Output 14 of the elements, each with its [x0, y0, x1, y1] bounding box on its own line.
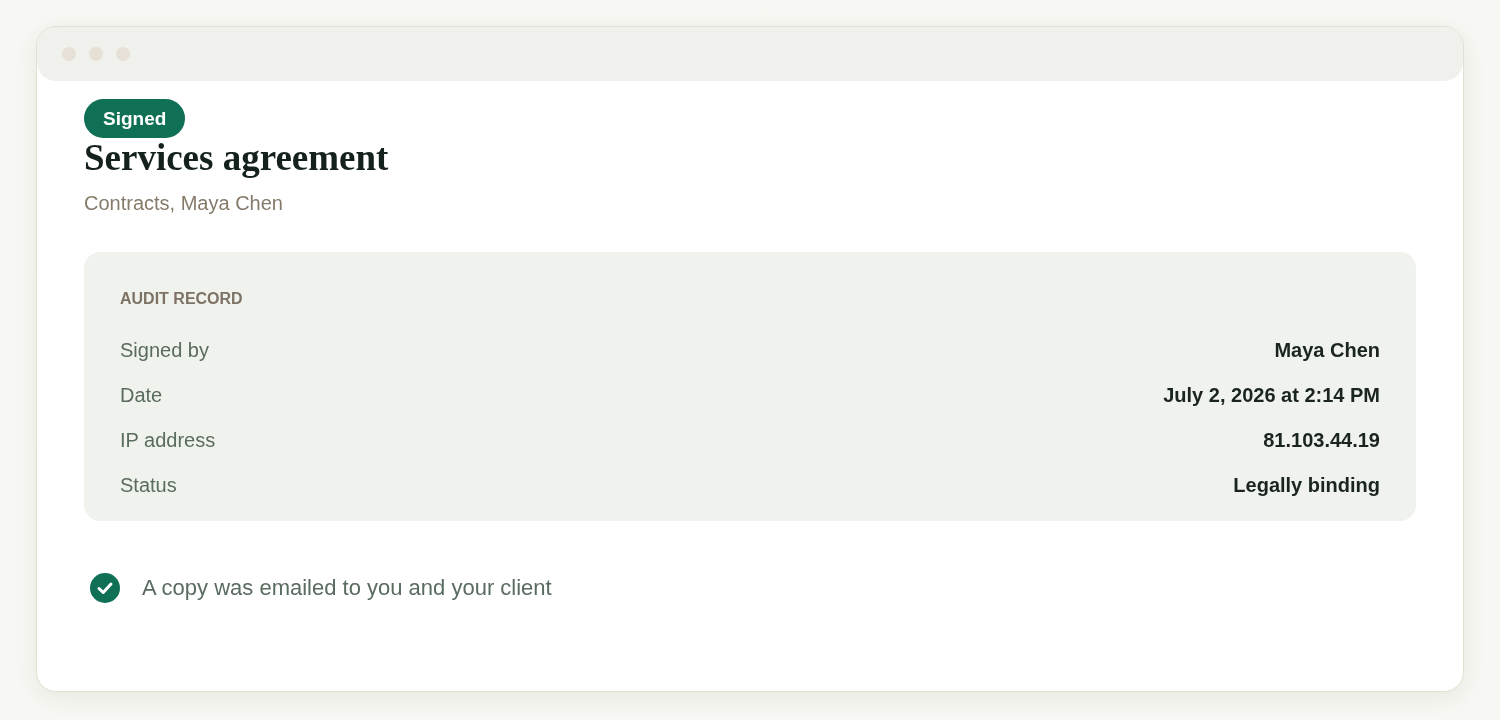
status-badge: Signed — [84, 99, 186, 138]
audit-heading: AUDIT RECORD — [120, 289, 244, 309]
audit-value: Maya Chen — [1274, 338, 1380, 363]
check-circle-icon — [90, 573, 120, 603]
notice-text: A copy was emailed to you and your client — [142, 574, 552, 602]
audit-value: 81.103.44.19 — [1263, 428, 1380, 453]
document-subtitle: Contracts, Maya Chen — [84, 191, 283, 216]
audit-value: July 2, 2026 at 2:14 PM — [1163, 383, 1380, 408]
audit-label: Signed by — [120, 338, 209, 363]
audit-label: Date — [120, 383, 163, 408]
audit-value: Legally binding — [1233, 473, 1380, 498]
audit-label: IP address — [120, 428, 216, 453]
document-title: Services agreement — [84, 138, 389, 178]
audit-label: Status — [120, 473, 177, 498]
